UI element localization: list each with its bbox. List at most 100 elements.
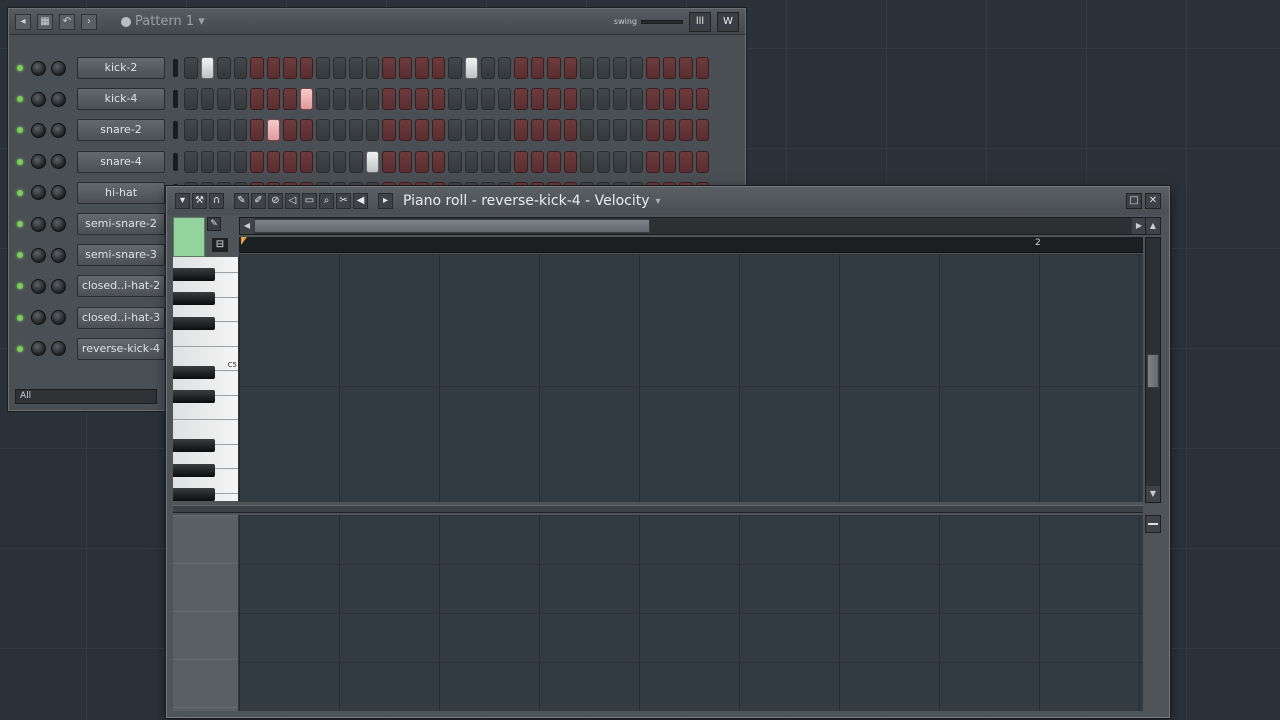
- keyboard-view-button[interactable]: W: [717, 11, 739, 32]
- step-button[interactable]: [349, 88, 363, 111]
- pane-divider[interactable]: [173, 505, 1143, 513]
- step-button[interactable]: [481, 88, 495, 111]
- step-button[interactable]: [596, 57, 610, 79]
- step-button[interactable]: [283, 88, 297, 111]
- channel-name-button[interactable]: kick-2: [77, 57, 165, 79]
- step-button[interactable]: [349, 57, 363, 79]
- scroll-down-icon[interactable]: ▼: [1146, 486, 1160, 502]
- black-key[interactable]: [173, 316, 215, 330]
- step-button[interactable]: [365, 150, 379, 173]
- step-button[interactable]: [695, 150, 709, 173]
- step-button[interactable]: [514, 150, 528, 173]
- step-button[interactable]: [299, 57, 313, 79]
- piano-roll-title[interactable]: Piano roll - reverse-kick-4 - Velocity: [403, 193, 650, 209]
- step-button[interactable]: [448, 57, 462, 79]
- speaker-tool-icon[interactable]: ◀: [353, 193, 368, 209]
- volume-knob[interactable]: [51, 247, 66, 263]
- menu-arrow-icon[interactable]: ◂: [15, 13, 31, 30]
- select-tool-icon[interactable]: ▭: [302, 193, 317, 209]
- step-button[interactable]: [415, 150, 429, 173]
- step-button[interactable]: [266, 119, 280, 142]
- step-button[interactable]: [398, 57, 412, 79]
- step-button[interactable]: [184, 88, 198, 111]
- scroll-left-icon[interactable]: ◀: [240, 218, 254, 234]
- step-button[interactable]: [365, 57, 379, 79]
- step-button[interactable]: [448, 150, 462, 173]
- step-button[interactable]: [613, 150, 627, 173]
- channel-mute-led[interactable]: [17, 189, 23, 196]
- step-button[interactable]: [200, 88, 214, 111]
- step-button[interactable]: [464, 119, 478, 142]
- pencil-icon[interactable]: ✎: [207, 217, 221, 231]
- step-button[interactable]: [563, 150, 577, 173]
- step-button[interactable]: [283, 57, 297, 79]
- step-button[interactable]: [200, 150, 214, 173]
- step-button[interactable]: [332, 119, 346, 142]
- step-button[interactable]: [530, 150, 544, 173]
- black-key[interactable]: [173, 390, 215, 403]
- mute-tool-icon[interactable]: ◁: [285, 193, 300, 209]
- step-button[interactable]: [299, 119, 313, 142]
- step-button[interactable]: [349, 150, 363, 173]
- channel-select-indicator[interactable]: [173, 152, 178, 171]
- pan-knob[interactable]: [31, 91, 46, 107]
- step-button[interactable]: [464, 150, 478, 173]
- step-button[interactable]: [365, 119, 379, 142]
- channel-select-indicator[interactable]: [173, 121, 178, 140]
- step-button[interactable]: [695, 119, 709, 142]
- step-button[interactable]: [596, 150, 610, 173]
- step-button[interactable]: [200, 119, 214, 142]
- play-arrow-icon[interactable]: ▸: [378, 193, 393, 209]
- step-button[interactable]: [629, 57, 643, 79]
- channel-name-button[interactable]: semi-snare-3: [77, 244, 165, 267]
- step-button[interactable]: [184, 57, 198, 79]
- channel-name-button[interactable]: semi-snare-2: [77, 213, 165, 235]
- step-button[interactable]: [530, 88, 544, 111]
- channel-mute-led[interactable]: [17, 345, 23, 352]
- maximize-icon[interactable]: □: [1126, 193, 1142, 209]
- step-button[interactable]: [233, 119, 247, 142]
- channel-mute-led[interactable]: [17, 252, 23, 259]
- step-button[interactable]: [332, 88, 346, 111]
- volume-knob[interactable]: [51, 278, 66, 294]
- step-button[interactable]: [613, 57, 627, 79]
- volume-knob[interactable]: [51, 185, 66, 201]
- slice-tool-icon[interactable]: ✂: [336, 193, 351, 209]
- step-button[interactable]: [646, 150, 660, 173]
- volume-knob[interactable]: [51, 310, 66, 326]
- pan-knob[interactable]: [31, 122, 46, 138]
- pattern-selector[interactable]: Pattern 1 ▾: [121, 14, 205, 29]
- pan-knob[interactable]: [31, 247, 46, 263]
- step-button[interactable]: [349, 119, 363, 142]
- channel-select-indicator[interactable]: [173, 90, 178, 109]
- channel-name-button[interactable]: kick-4: [77, 88, 165, 111]
- step-button[interactable]: [662, 57, 676, 79]
- step-button[interactable]: [316, 150, 330, 173]
- volume-knob[interactable]: [51, 216, 66, 232]
- snap-icon[interactable]: ⊟: [211, 237, 229, 253]
- delete-tool-icon[interactable]: ⊘: [268, 193, 283, 209]
- channel-name-button[interactable]: closed..i-hat-3: [77, 306, 165, 329]
- step-button[interactable]: [646, 57, 660, 79]
- step-button[interactable]: [283, 119, 297, 142]
- pan-knob[interactable]: [31, 60, 46, 76]
- step-button[interactable]: [448, 88, 462, 111]
- graph-view-button[interactable]: lll: [689, 11, 711, 32]
- step-button[interactable]: [415, 57, 429, 79]
- step-button[interactable]: [679, 57, 693, 79]
- step-button[interactable]: [415, 119, 429, 142]
- pencil-tool-icon[interactable]: ✎: [234, 193, 249, 209]
- channel-name-button[interactable]: reverse-kick-4: [77, 337, 165, 360]
- step-button[interactable]: [629, 88, 643, 111]
- channel-mute-led[interactable]: [17, 96, 23, 103]
- step-button[interactable]: [283, 150, 297, 173]
- step-button[interactable]: [497, 119, 511, 142]
- step-button[interactable]: [431, 119, 445, 142]
- step-button[interactable]: [481, 150, 495, 173]
- step-button[interactable]: [382, 150, 396, 173]
- pan-knob[interactable]: [31, 341, 46, 357]
- volume-knob[interactable]: [51, 91, 66, 107]
- step-button[interactable]: [217, 150, 231, 173]
- event-collapse-button[interactable]: [1145, 515, 1161, 533]
- step-button[interactable]: [200, 57, 214, 79]
